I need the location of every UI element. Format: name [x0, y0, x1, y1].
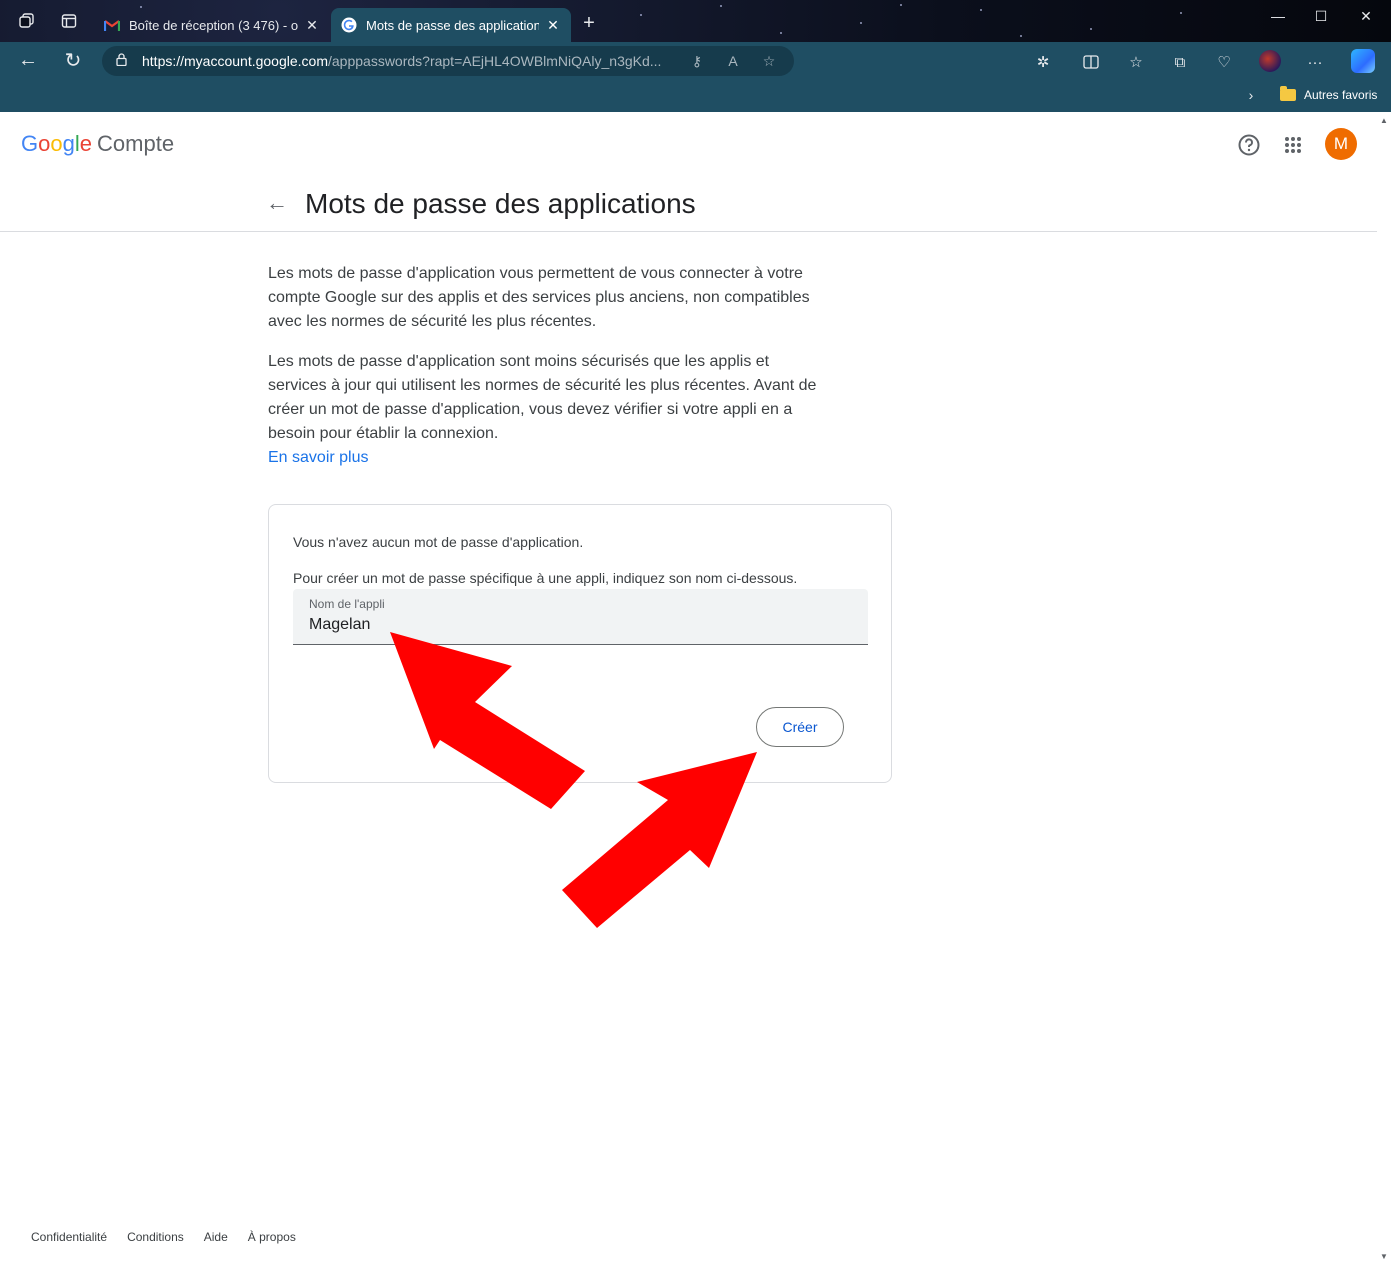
footer-help-link[interactable]: Aide: [204, 1230, 228, 1244]
instruction-text: Pour créer un mot de passe spécifique à …: [293, 570, 798, 586]
description-paragraph-2: Les mots de passe d'application sont moi…: [268, 353, 817, 442]
key-icon[interactable]: ⚷: [684, 53, 710, 70]
no-passwords-text: Vous n'avez aucun mot de passe d'applica…: [293, 534, 584, 550]
copilot-icon[interactable]: [1351, 49, 1375, 73]
page-content: Google Compte M ← Mots de passe des appl…: [0, 112, 1391, 1263]
lock-icon[interactable]: [114, 53, 128, 69]
google-icon: [341, 17, 357, 33]
scroll-up-icon[interactable]: ▲: [1380, 116, 1388, 125]
collections-icon[interactable]: ⧉: [1169, 51, 1191, 73]
footer-terms-link[interactable]: Conditions: [127, 1230, 184, 1244]
favorites-bar: › Autres favoris: [1240, 84, 1377, 106]
maximize-icon[interactable]: ☐: [1311, 8, 1331, 25]
new-tab-icon[interactable]: +: [578, 12, 600, 35]
chevron-right-icon[interactable]: ›: [1240, 87, 1262, 103]
folder-icon: [1280, 86, 1296, 101]
scroll-down-icon[interactable]: ▼: [1380, 1252, 1388, 1261]
apps-grid-icon[interactable]: [1281, 133, 1305, 157]
logo-letter: g: [62, 131, 75, 156]
app-name-field[interactable]: Nom de l'appli: [293, 589, 868, 645]
split-screen-icon[interactable]: [1080, 51, 1102, 73]
read-aloud-icon[interactable]: A: [720, 53, 746, 69]
performance-icon[interactable]: ♡: [1213, 51, 1235, 73]
extensions-icon[interactable]: ✲: [1032, 51, 1054, 73]
url-path: /apppasswords?rapt=AEjHL4OWBlmNiQAly_n3g…: [328, 53, 662, 69]
browser-toolbar: ← ↻ https://myaccount.google.com/apppass…: [0, 42, 1391, 112]
more-icon[interactable]: ···: [1304, 51, 1326, 73]
logo-letter: e: [79, 131, 93, 156]
close-icon[interactable]: ✕: [545, 17, 561, 34]
footer-about-link[interactable]: À propos: [248, 1230, 296, 1244]
tab-label: Boîte de réception (3 476) - omm: [129, 17, 298, 33]
title-row: ← Mots de passe des applications: [0, 176, 1377, 232]
description: Les mots de passe d'application vous per…: [268, 262, 828, 470]
google-header: Google Compte M: [0, 112, 1377, 176]
url-host: https://myaccount.google.com: [142, 53, 328, 69]
workspaces-icon[interactable]: [16, 10, 38, 32]
close-icon[interactable]: ✕: [304, 17, 320, 34]
favorites-icon[interactable]: ☆: [1125, 51, 1147, 73]
other-favorites-link[interactable]: Autres favoris: [1304, 88, 1377, 102]
footer: Confidentialité Conditions Aide À propos: [31, 1230, 316, 1244]
profile-icon[interactable]: [1259, 50, 1281, 72]
back-arrow-icon[interactable]: ←: [264, 190, 290, 216]
logo-letter: o: [50, 131, 63, 156]
product-name: Compte: [97, 131, 175, 156]
minimize-icon[interactable]: —: [1268, 8, 1288, 24]
browser-titlebar: Boîte de réception (3 476) - omm ✕ Mots …: [0, 0, 1391, 42]
app-name-input[interactable]: [309, 613, 849, 637]
tab-gmail[interactable]: Boîte de réception (3 476) - omm ✕: [94, 8, 330, 42]
back-icon[interactable]: ←: [16, 48, 40, 72]
create-button[interactable]: Créer: [756, 707, 844, 747]
tab-label: Mots de passe des applications: [366, 17, 539, 33]
page-title: Mots de passe des applications: [305, 188, 696, 219]
help-icon[interactable]: [1237, 133, 1261, 157]
star-icon[interactable]: ☆: [756, 53, 782, 70]
tab-app-passwords[interactable]: Mots de passe des applications ✕: [331, 8, 571, 42]
footer-privacy-link[interactable]: Confidentialité: [31, 1230, 107, 1244]
google-account-logo[interactable]: Google Compte: [21, 131, 174, 157]
gmail-icon: [104, 17, 120, 33]
scrollbar[interactable]: ▲ ▼: [1377, 112, 1391, 1263]
tab-actions-icon[interactable]: [58, 10, 80, 32]
refresh-icon[interactable]: ↻: [61, 48, 85, 72]
close-window-icon[interactable]: ✕: [1356, 8, 1376, 25]
logo-letter: G: [21, 131, 39, 156]
description-paragraph-1: Les mots de passe d'application vous per…: [268, 265, 810, 330]
url-text[interactable]: https://myaccount.google.com/apppassword…: [142, 53, 674, 69]
avatar[interactable]: M: [1325, 128, 1357, 160]
address-bar[interactable]: https://myaccount.google.com/apppassword…: [102, 46, 794, 76]
logo-letter: o: [38, 131, 51, 156]
app-name-label: Nom de l'appli: [309, 597, 385, 611]
learn-more-link[interactable]: En savoir plus: [268, 446, 828, 470]
app-password-card: Vous n'avez aucun mot de passe d'applica…: [268, 504, 892, 783]
